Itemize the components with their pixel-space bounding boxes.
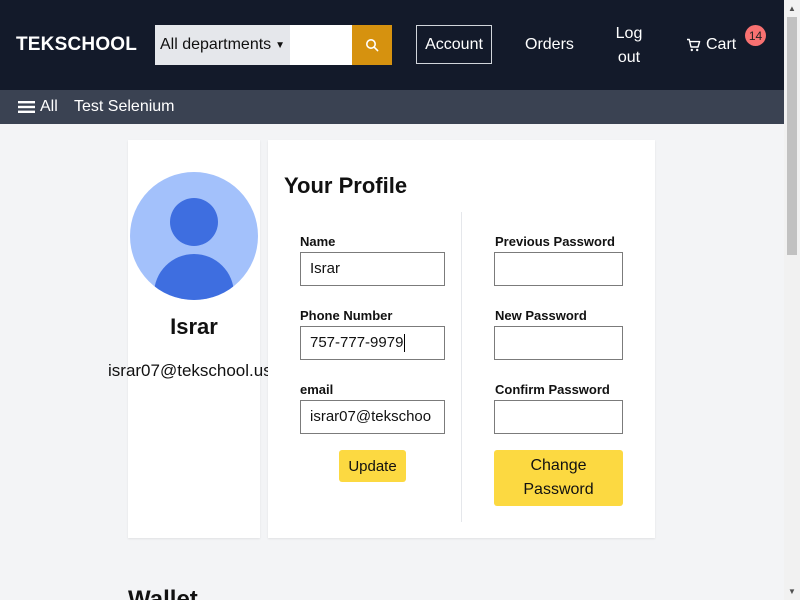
name-label: Name — [300, 234, 336, 249]
phone-input[interactable]: 757-777-9979 — [300, 326, 445, 360]
profile-summary-card: Israr israr07@tekschool.us — [108, 140, 272, 538]
email-label: email — [300, 382, 334, 397]
chevron-down-icon: ▼ — [275, 39, 286, 51]
text-cursor — [404, 334, 406, 353]
department-select-value: All departments — [160, 36, 272, 53]
change-password-button[interactable]: Change Password — [494, 450, 623, 506]
phone-input-value: 757-777-9979 — [310, 334, 404, 351]
cart-count-badge: 14 — [745, 25, 766, 46]
hamburger-icon — [18, 101, 35, 113]
profile-form-card: Your Profile Name Israr Phone Number 757… — [268, 140, 655, 538]
scrollbar-thumb[interactable] — [787, 17, 797, 255]
department-select[interactable]: All departments ▼ — [155, 25, 290, 65]
phone-label: Phone Number — [300, 308, 393, 323]
profile-email: israr07@tekschool.us — [108, 361, 272, 380]
column-divider — [461, 212, 462, 522]
previous-password-label: Previous Password — [495, 234, 615, 249]
wallet-heading: Wallet — [128, 586, 198, 600]
search-icon — [366, 39, 379, 52]
update-button[interactable]: Update — [339, 450, 406, 482]
page-title: Your Profile — [284, 173, 408, 198]
cart-icon — [687, 38, 701, 52]
logout-link[interactable]: Log out — [605, 22, 653, 70]
confirm-password-label: Confirm Password — [495, 382, 610, 397]
orders-link[interactable]: Orders — [525, 36, 574, 54]
search-input[interactable] — [290, 25, 352, 65]
email-input[interactable]: israr07@tekschoo — [300, 400, 445, 434]
scroll-down-arrow-icon[interactable]: ▼ — [788, 587, 796, 596]
scroll-up-arrow-icon[interactable]: ▲ — [788, 4, 796, 13]
sub-navigation: All Test Selenium — [0, 90, 784, 124]
top-header: TEKSCHOOL All departments ▼ Account Orde… — [0, 0, 784, 90]
profile-name: Israr — [170, 314, 218, 339]
page-scrollbar[interactable]: ▲ ▼ — [784, 0, 800, 600]
name-input[interactable]: Israr — [300, 252, 445, 286]
user-avatar-icon — [130, 172, 258, 300]
previous-password-input[interactable] — [494, 252, 623, 286]
search-button[interactable] — [352, 25, 392, 65]
brand-logo[interactable]: TEKSCHOOL — [16, 34, 137, 56]
confirm-password-input[interactable] — [494, 400, 623, 434]
account-link[interactable]: Account — [416, 25, 492, 64]
new-password-label: New Password — [495, 308, 587, 323]
cart-link[interactable]: Cart — [686, 36, 736, 54]
cart-label: Cart — [706, 36, 737, 53]
new-password-input[interactable] — [494, 326, 623, 360]
all-menu-label: All — [40, 98, 58, 115]
all-menu-button[interactable]: All — [18, 98, 58, 116]
test-selenium-link[interactable]: Test Selenium — [74, 98, 175, 116]
